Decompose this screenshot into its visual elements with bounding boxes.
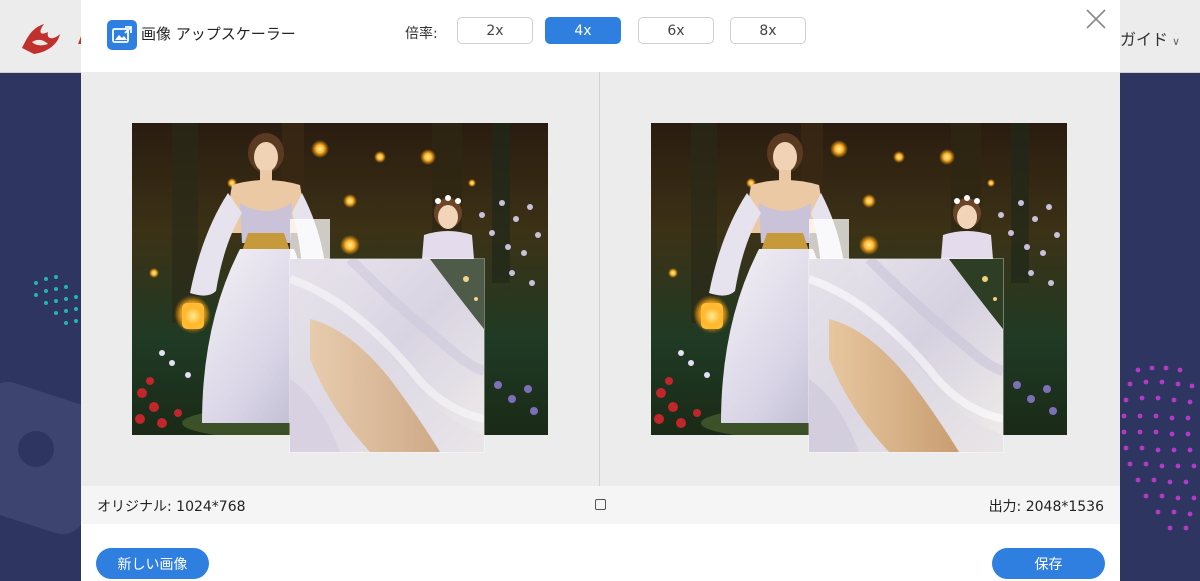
fit-screen-icon[interactable] <box>595 499 606 510</box>
chevron-down-icon: ∨ <box>1172 35 1181 48</box>
decorative-shape-hole <box>18 431 54 467</box>
guide-menu[interactable]: ガイド ∨ <box>1120 26 1180 50</box>
zoom-selection[interactable] <box>809 219 849 259</box>
scale-2x-button[interactable]: 2x <box>457 17 533 44</box>
new-image-button[interactable]: 新しい画像 <box>96 548 209 579</box>
image-upscale-icon <box>107 20 137 50</box>
close-icon[interactable] <box>1083 6 1109 32</box>
original-zoom-view <box>290 259 484 452</box>
guide-label: ガイド <box>1120 30 1169 49</box>
upscaler-modal: 画像 アップスケーラー 倍率: 2x 4x 6x 8x オリジナル: 1024*… <box>81 0 1120 581</box>
original-size-label: オリジナル: 1024*768 <box>97 499 246 515</box>
compare-area <box>81 72 1120 486</box>
size-info-bar: オリジナル: 1024*768 出力: 2048*1536 <box>81 486 1120 524</box>
scale-8x-button[interactable]: 8x <box>730 17 806 44</box>
modal-title: 画像 アップスケーラー <box>141 25 296 43</box>
save-button[interactable]: 保存 <box>992 548 1105 579</box>
zoom-selection[interactable] <box>290 219 330 259</box>
decorative-dots-right <box>1121 365 1197 531</box>
brand-logo-icon <box>22 24 60 54</box>
scale-6x-button[interactable]: 6x <box>638 17 714 44</box>
scale-label: 倍率: <box>405 26 438 42</box>
original-pane <box>81 72 599 486</box>
output-zoom-view <box>809 259 1003 452</box>
scale-4x-button[interactable]: 4x <box>545 17 621 44</box>
output-pane <box>600 72 1118 486</box>
output-size-label: 出力: 2048*1536 <box>988 499 1104 515</box>
modal-header: 画像 アップスケーラー 倍率: 2x 4x 6x 8x <box>81 0 1120 72</box>
